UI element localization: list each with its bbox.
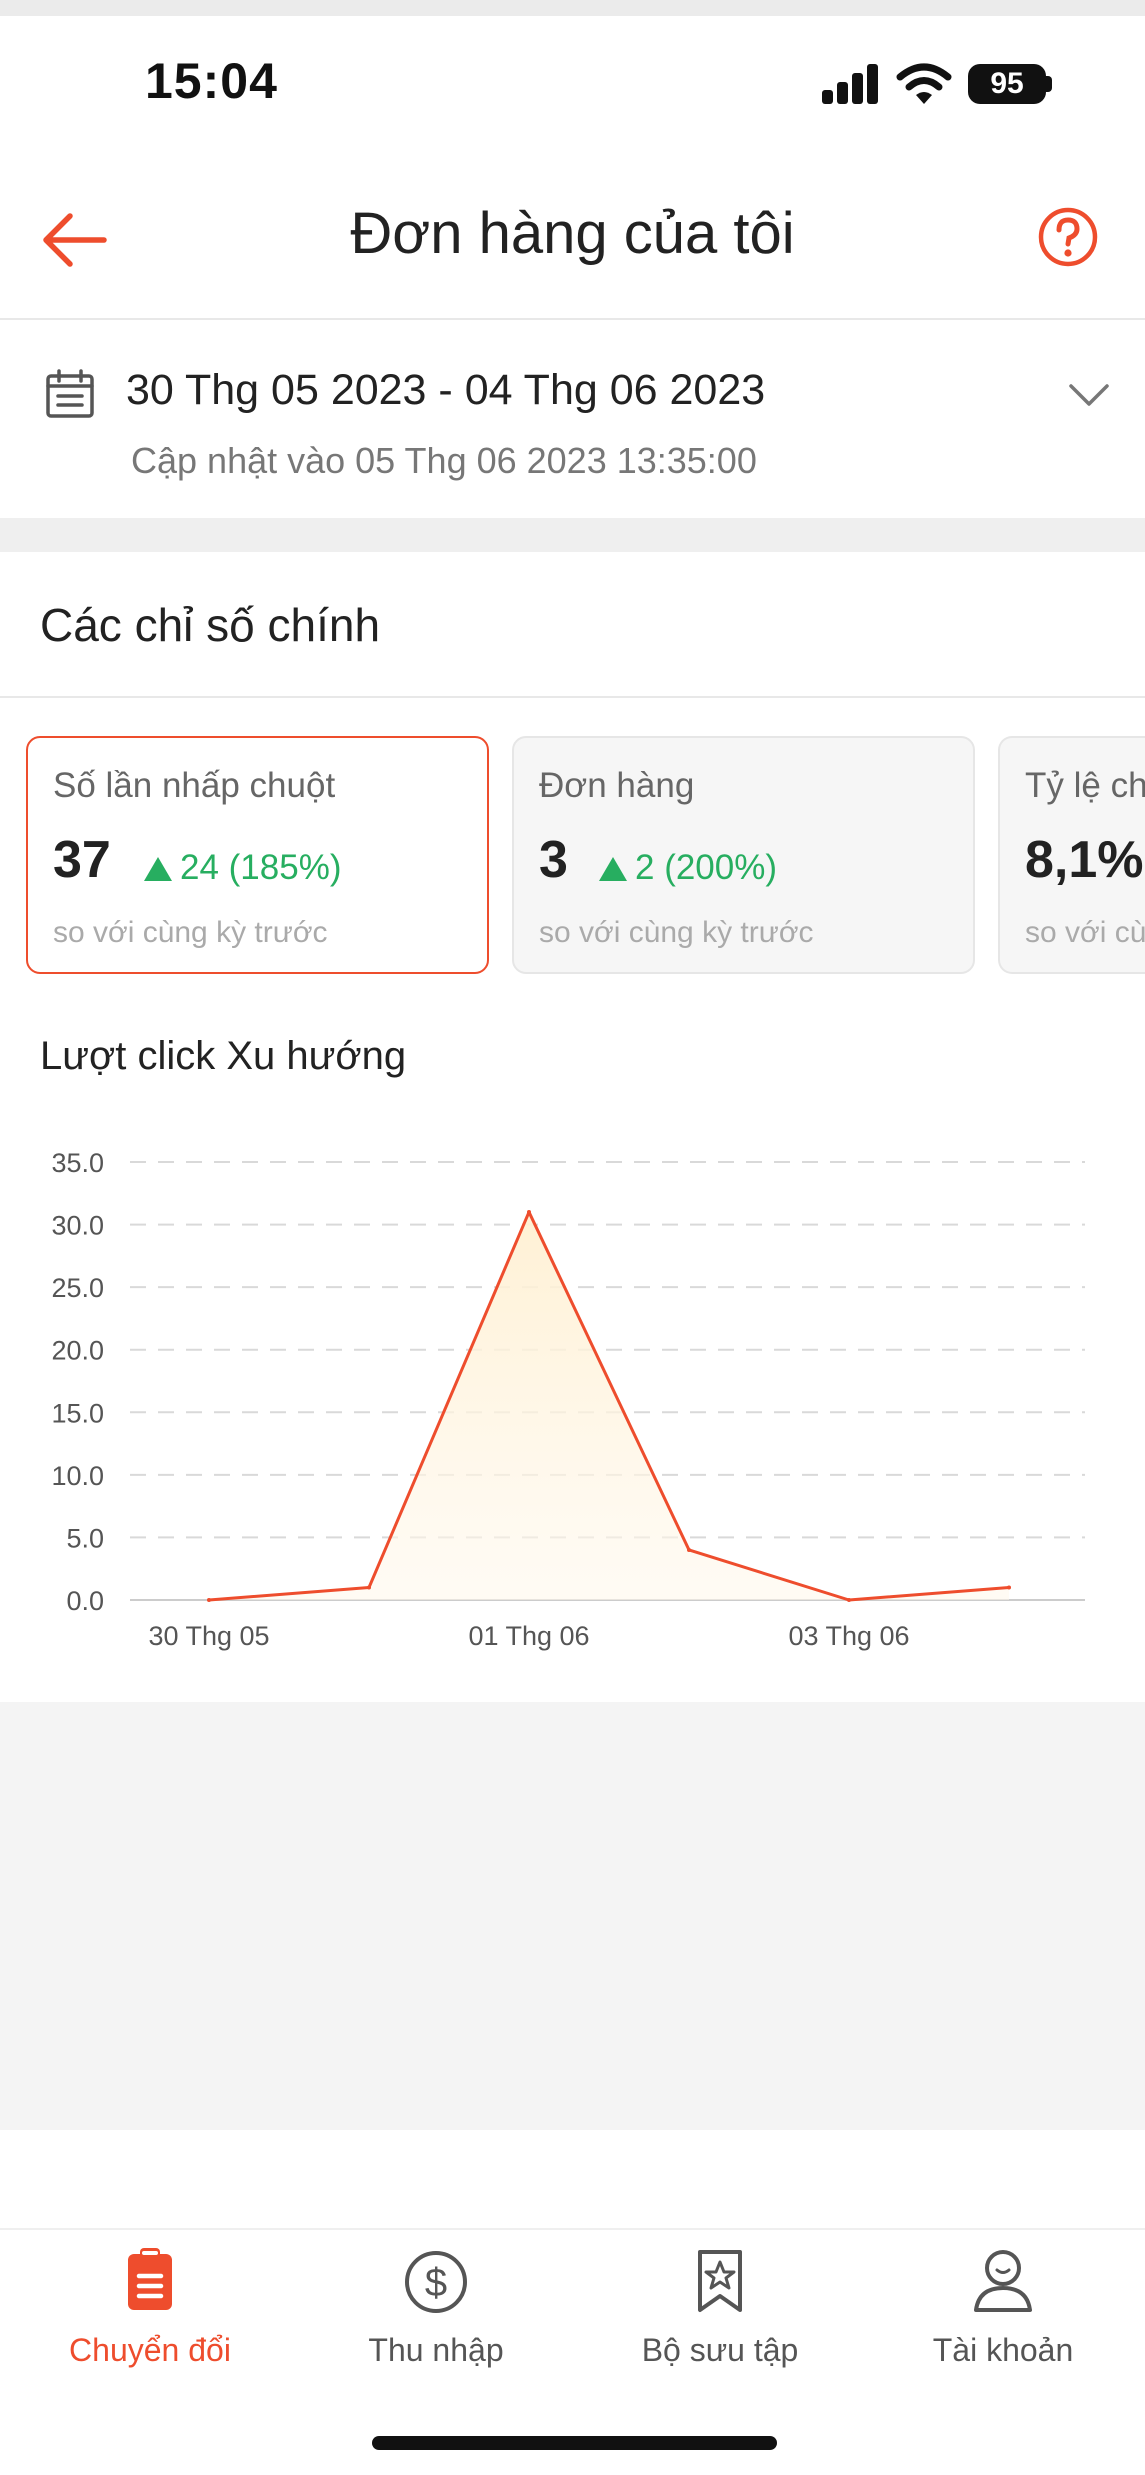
metric-value: 3 [539,831,568,889]
battery-tip [1046,76,1052,92]
metric-value: 8,1% [1025,831,1144,889]
nav-label: Thu nhập [368,2332,504,2368]
data-point [847,1598,851,1602]
metrics-title: Các chỉ số chính [40,599,381,651]
up-triangle-icon [599,857,627,881]
chevron-down-icon[interactable] [1068,382,1110,408]
user-icon [974,2250,1032,2312]
chart-title: Lượt click Xu hướng [40,1034,407,1078]
nav-label: Tài khoản [932,2332,1074,2368]
page-title: Đơn hàng của tôi [350,201,795,266]
data-point [367,1585,371,1590]
help-icon[interactable] [1038,207,1098,267]
clipboard-icon [128,2248,172,2310]
metric-delta: 24 (185%) [144,848,341,888]
x-tick-label: 03 Thg 06 [788,1621,909,1651]
metric-label: Đơn hàng [539,766,695,805]
metric-comparison: so với cùng kỳ trước [539,916,814,949]
nav-item-conversion[interactable]: Chuyển đổi [30,2246,270,2386]
nav-item-collection[interactable]: Bộ sưu tập [600,2246,840,2386]
data-point [527,1210,531,1215]
y-tick-label: 10.0 [51,1461,104,1491]
home-indicator [372,2436,777,2450]
metric-label: Số lần nhấp chuột [53,766,336,805]
date-filter[interactable] [0,322,1145,518]
x-tick-label: 01 Thg 06 [468,1621,589,1651]
metric-delta: 2 (200%) [599,848,777,888]
battery-indicator: 95 [968,64,1046,104]
nav-label: Bộ sưu tập [641,2332,799,2368]
data-point [207,1598,211,1602]
up-triangle-icon [144,857,172,881]
metric-value: 37 [53,831,111,889]
top-band [0,0,1145,16]
trend-area [209,1212,1009,1600]
metrics-divider [0,696,1145,698]
header-divider [0,318,1145,320]
metric-card-conversion-rate[interactable]: Tỷ lệ chuyển đổi 8,1% so với cùng kỳ trư… [998,736,1145,974]
status-time: 15:04 [145,53,278,109]
date-range[interactable]: 30 Thg 05 2023 - 04 Thg 06 2023 [126,366,765,415]
y-tick-label: 25.0 [51,1273,104,1303]
metric-comparison: so với cùng kỳ trước [1025,916,1145,949]
signal-icon [822,64,880,104]
y-tick-label: 5.0 [66,1523,104,1553]
nav-divider [0,2228,1145,2230]
y-tick-label: 35.0 [51,1148,104,1178]
x-tick-label: 30 Thg 05 [148,1621,269,1651]
svg-text:$: $ [425,2261,447,2305]
nav-item-account[interactable]: Tài khoản [883,2246,1123,2386]
metric-card-orders[interactable]: Đơn hàng 3 2 (200%) so với cùng kỳ trước [512,736,975,974]
data-point [687,1547,691,1552]
section-separator [0,518,1145,552]
nav-item-income[interactable]: $ Thu nhập [316,2246,556,2386]
updated-timestamp: Cập nhật vào 05 Thg 06 2023 13:35:00 [131,440,757,481]
metric-comparison: so với cùng kỳ trước [53,916,328,949]
y-tick-label: 30.0 [51,1211,104,1241]
metric-card-clicks[interactable]: Số lần nhấp chuột 37 24 (185%) so với cù… [26,736,489,974]
y-tick-label: 0.0 [66,1586,104,1616]
bookmark-star-icon [698,2250,742,2312]
y-tick-label: 15.0 [51,1398,104,1428]
clicks-trend-chart: 0.0 5.0 10.0 15.0 20.0 25.0 30.0 35.0 30 Thg 05 0… [51,1148,1085,1651]
metric-label: Tỷ lệ chuyển đổi [1025,766,1145,805]
calendar-icon [46,369,94,418]
wifi-icon [896,63,952,104]
nav-label: Chuyển đổi [69,2332,231,2368]
dollar-circle-icon: $ [405,2251,467,2313]
data-point [1007,1585,1011,1590]
empty-content-area [0,1702,1145,2130]
y-tick-label: 20.0 [51,1336,104,1366]
